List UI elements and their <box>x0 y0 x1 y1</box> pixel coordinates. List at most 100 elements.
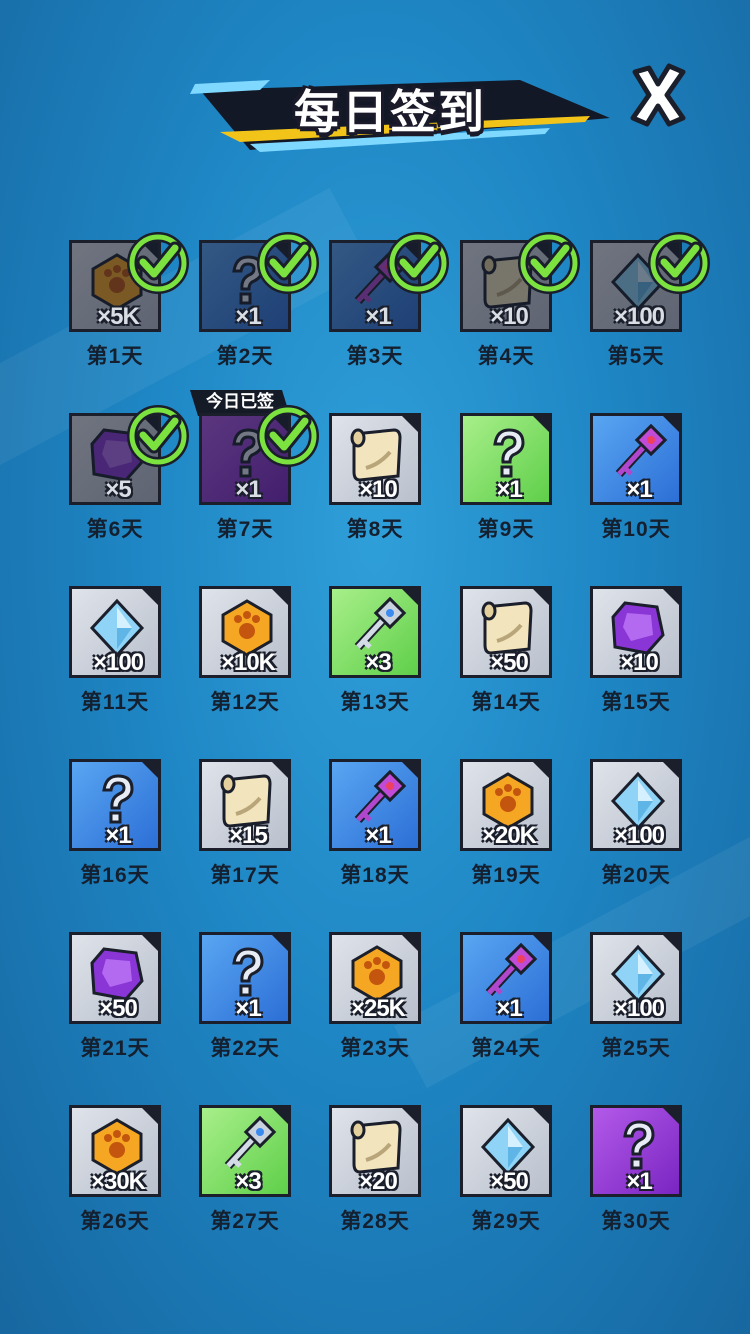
tile-corner <box>662 935 679 952</box>
day-label: 第30天 <box>601 1210 671 1233</box>
reward-quantity: ×1 <box>105 822 131 849</box>
tile-corner <box>271 935 288 952</box>
reward-tile: ×10K <box>199 586 291 678</box>
checkmark-icon <box>257 232 319 294</box>
day-reward-10[interactable]: ×1 第10天 <box>590 413 720 563</box>
day-label: 第27天 <box>210 1210 280 1233</box>
day-reward-20[interactable]: ×100 第20天 <box>590 759 720 909</box>
day-reward-12[interactable]: ×10K 第12天 <box>199 586 329 736</box>
day-reward-3[interactable]: ×1 第3天 <box>329 232 459 390</box>
day-reward-30[interactable]: ×1 第30天 <box>590 1105 720 1255</box>
day-label: 第7天 <box>216 518 274 541</box>
day-label: 第16天 <box>80 864 150 887</box>
checkin-grid: ×5K 第1天 ×1 第2天 ×1 第3天 ×10 第4天 ×100 第5天 ×5 第6天 ×1 第7天 ×… <box>0 0 750 1334</box>
day-label: 第13天 <box>340 691 410 714</box>
reward-quantity: ×10K <box>220 649 276 676</box>
day-reward-17[interactable]: ×15 第17天 <box>199 759 329 909</box>
reward-tile: ×30K <box>69 1105 161 1197</box>
reward-quantity: ×3 <box>365 649 391 676</box>
day-reward-7[interactable]: ×1 第7天 <box>199 405 329 563</box>
day-reward-8[interactable]: ×10 第8天 <box>329 413 459 563</box>
reward-tile: ×1 <box>590 413 682 505</box>
reward-tile: ×50 <box>460 1105 552 1197</box>
day-label: 第17天 <box>210 864 280 887</box>
day-label: 第20天 <box>601 864 671 887</box>
reward-quantity: ×50 <box>490 1168 529 1195</box>
day-label: 第6天 <box>86 518 144 541</box>
reward-quantity: ×1 <box>235 995 261 1022</box>
day-reward-14[interactable]: ×50 第14天 <box>460 586 590 736</box>
day-reward-29[interactable]: ×50 第29天 <box>460 1105 590 1255</box>
checkmark-icon <box>387 232 449 294</box>
day-reward-21[interactable]: ×50 第21天 <box>69 932 199 1082</box>
day-label: 第10天 <box>601 518 671 541</box>
day-label: 第14天 <box>471 691 541 714</box>
reward-quantity: ×10 <box>490 303 529 330</box>
reward-quantity: ×20 <box>359 1168 398 1195</box>
day-reward-27[interactable]: ×3 第27天 <box>199 1105 329 1255</box>
day-label: 第4天 <box>477 345 535 368</box>
tile-corner <box>662 762 679 779</box>
reward-tile: ×10 <box>329 413 421 505</box>
tile-corner <box>532 1108 549 1125</box>
day-reward-16[interactable]: ×1 第16天 <box>69 759 199 909</box>
day-label: 第26天 <box>80 1210 150 1233</box>
tile-corner <box>662 416 679 433</box>
reward-quantity: ×1 <box>365 822 391 849</box>
day-reward-5[interactable]: ×100 第5天 <box>590 232 720 390</box>
reward-tile: ×50 <box>460 586 552 678</box>
tile-corner <box>401 416 418 433</box>
day-reward-19[interactable]: ×20K 第19天 <box>460 759 590 909</box>
reward-quantity: ×1 <box>235 476 261 503</box>
day-reward-11[interactable]: ×100 第11天 <box>69 586 199 736</box>
day-reward-13[interactable]: ×3 第13天 <box>329 586 459 736</box>
reward-quantity: ×1 <box>365 303 391 330</box>
day-reward-18[interactable]: ×1 第18天 <box>329 759 459 909</box>
reward-quantity: ×50 <box>490 649 529 676</box>
day-reward-24[interactable]: ×1 第24天 <box>460 932 590 1082</box>
tile-corner <box>532 589 549 606</box>
day-reward-9[interactable]: ×1 第9天 <box>460 413 590 563</box>
day-reward-25[interactable]: ×100 第25天 <box>590 932 720 1082</box>
reward-quantity: ×3 <box>235 1168 261 1195</box>
day-label: 第5天 <box>607 345 665 368</box>
reward-quantity: ×100 <box>613 995 665 1022</box>
day-reward-23[interactable]: ×25K 第23天 <box>329 932 459 1082</box>
tile-corner <box>662 1108 679 1125</box>
day-label: 第11天 <box>80 691 150 714</box>
reward-tile: ×100 <box>590 759 682 851</box>
day-reward-2[interactable]: ×1 第2天 <box>199 232 329 390</box>
day-label: 第1天 <box>86 345 144 368</box>
tile-corner <box>662 589 679 606</box>
tile-corner <box>401 589 418 606</box>
reward-quantity: ×25K <box>350 995 406 1022</box>
day-label: 第15天 <box>601 691 671 714</box>
day-label: 第18天 <box>340 864 410 887</box>
reward-tile: ×3 <box>199 1105 291 1197</box>
reward-tile: ×1 <box>199 932 291 1024</box>
reward-tile: ×20K <box>460 759 552 851</box>
checkmark-icon <box>127 405 189 467</box>
reward-quantity: ×1 <box>496 476 522 503</box>
reward-quantity: ×100 <box>613 822 665 849</box>
day-reward-28[interactable]: ×20 第28天 <box>329 1105 459 1255</box>
reward-tile: ×15 <box>199 759 291 851</box>
checkmark-icon <box>648 232 710 294</box>
day-reward-6[interactable]: ×5 第6天 <box>69 405 199 563</box>
day-reward-4[interactable]: ×10 第4天 <box>460 232 590 390</box>
tile-corner <box>271 762 288 779</box>
day-reward-1[interactable]: ×5K 第1天 <box>69 232 199 390</box>
tile-corner <box>271 1108 288 1125</box>
day-reward-26[interactable]: ×30K 第26天 <box>69 1105 199 1255</box>
reward-quantity: ×30K <box>90 1168 146 1195</box>
day-label: 第2天 <box>216 345 274 368</box>
day-reward-22[interactable]: ×1 第22天 <box>199 932 329 1082</box>
reward-tile: ×25K <box>329 932 421 1024</box>
reward-tile: ×20 <box>329 1105 421 1197</box>
day-label: 第21天 <box>80 1037 150 1060</box>
reward-quantity: ×100 <box>613 303 665 330</box>
day-label: 第23天 <box>340 1037 410 1060</box>
checkmark-icon <box>127 232 189 294</box>
day-reward-15[interactable]: ×10 第15天 <box>590 586 720 736</box>
tile-corner <box>532 935 549 952</box>
